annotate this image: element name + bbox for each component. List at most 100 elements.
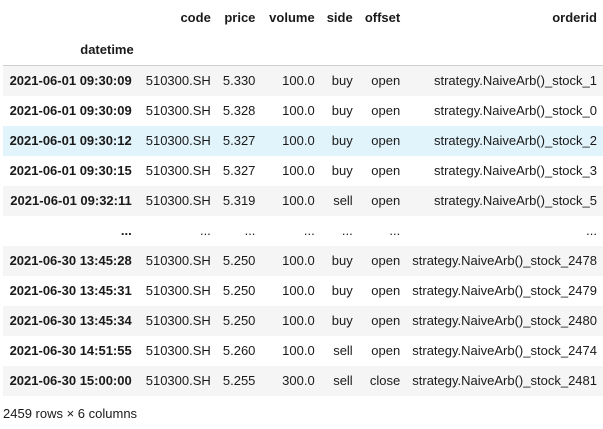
table-row: 2021-06-30 13:45:31 510300.SH 5.250 100.0 bu… (3, 276, 603, 306)
cell-side: ... (341, 223, 353, 238)
table-row: 2021-06-01 09:30:09 510300.SH 5.328 100.0 bu… (3, 96, 603, 126)
cell-volume: ... (303, 223, 315, 238)
cell-side: buy (331, 163, 353, 178)
cell-side: buy (331, 283, 353, 298)
table-row: 2021-06-30 15:00:00 510300.SH 5.255 300.0 se… (3, 366, 603, 396)
cell-volume: 100.0 (282, 103, 315, 118)
cell-offset: open (371, 163, 401, 178)
cell-code: 510300.SH (145, 103, 211, 118)
cell-price: 5.327 (222, 133, 256, 148)
column-header-offset: offset (364, 10, 401, 25)
table-row: 2021-06-30 13:45:28 510300.SH 5.250 100.0 bu… (3, 246, 603, 276)
cell-code: 510300.SH (145, 343, 211, 358)
column-header-side: side (326, 10, 353, 25)
row-index-datetime: 2021-06-01 09:30:09 (9, 103, 132, 118)
cell-side: sell (333, 193, 353, 208)
cell-volume: 300.0 (282, 373, 315, 388)
column-header-price: price (224, 10, 256, 25)
table-row: ..................... (3, 216, 603, 246)
cell-code: 510300.SH (145, 133, 211, 148)
cell-offset: open (371, 73, 401, 88)
cell-side: buy (331, 313, 353, 328)
cell-volume: 100.0 (282, 163, 315, 178)
cell-code: ... (199, 223, 211, 238)
cell-offset: ... (389, 223, 401, 238)
cell-orderid: strategy.NaiveArb()_stock_2480 (412, 313, 597, 328)
cell-side: sell (333, 343, 353, 358)
cell-volume: 100.0 (282, 73, 315, 88)
table-row: 2021-06-01 09:32:11 510300.SH 5.319 100.0 se… (3, 186, 603, 216)
cell-code: 510300.SH (145, 253, 211, 268)
dataframe-output: code price volume side offset orderid da… (0, 0, 603, 429)
row-index-datetime: 2021-06-30 15:00:00 (9, 373, 132, 388)
row-index-datetime: 2021-06-01 09:30:12 (9, 133, 132, 148)
row-index-datetime: 2021-06-30 13:45:31 (9, 283, 132, 298)
cell-offset: open (371, 343, 401, 358)
cell-volume: 100.0 (282, 283, 315, 298)
cell-code: 510300.SH (145, 373, 211, 388)
table-row: 2021-06-01 09:30:12 510300.SH 5.327 100.0 bu… (3, 126, 603, 156)
cell-offset: close (369, 373, 401, 388)
cell-side: buy (331, 103, 353, 118)
row-index-datetime: 2021-06-30 13:45:28 (9, 253, 132, 268)
column-header-volume: volume (269, 10, 315, 25)
cell-code: 510300.SH (145, 283, 211, 298)
cell-price: ... (244, 223, 256, 238)
cell-orderid: strategy.NaiveArb()_stock_2478 (412, 253, 597, 268)
cell-side: buy (331, 253, 353, 268)
table-row: 2021-06-30 14:51:55 510300.SH 5.260 100.0 se… (3, 336, 603, 366)
row-index-datetime: 2021-06-01 09:30:15 (9, 163, 132, 178)
cell-offset: open (371, 313, 401, 328)
cell-volume: 100.0 (282, 313, 315, 328)
cell-price: 5.327 (222, 163, 256, 178)
column-header-row: code price volume side offset orderid (3, 3, 603, 33)
index-name-header: datetime (80, 42, 134, 57)
table-row: 2021-06-30 13:45:34 510300.SH 5.250 100.0 bu… (3, 306, 603, 336)
cell-orderid: strategy.NaiveArb()_stock_3 (433, 163, 597, 178)
dataframe-table: code price volume side offset orderid da… (3, 3, 603, 396)
row-index-datetime: 2021-06-01 09:30:09 (9, 73, 132, 88)
column-header-orderid: orderid (552, 10, 597, 25)
table-row: 2021-06-01 09:30:15 510300.SH 5.327 100.0 bu… (3, 156, 603, 186)
cell-orderid: strategy.NaiveArb()_stock_2479 (412, 283, 597, 298)
row-index-datetime: 2021-06-30 13:45:34 (9, 313, 132, 328)
row-index-datetime: 2021-06-30 14:51:55 (9, 343, 132, 358)
cell-offset: open (371, 133, 401, 148)
cell-price: 5.328 (222, 103, 256, 118)
cell-orderid: strategy.NaiveArb()_stock_2474 (412, 343, 597, 358)
cell-orderid: strategy.NaiveArb()_stock_1 (433, 73, 597, 88)
cell-orderid: strategy.NaiveArb()_stock_2481 (412, 373, 597, 388)
cell-code: 510300.SH (145, 73, 211, 88)
cell-offset: open (371, 253, 401, 268)
cell-code: 510300.SH (145, 193, 211, 208)
table-body: 2021-06-01 09:30:09 510300.SH 5.330 100.0 bu… (3, 65, 603, 396)
row-index-datetime: 2021-06-01 09:32:11 (10, 193, 132, 208)
cell-code: 510300.SH (145, 313, 211, 328)
cell-volume: 100.0 (282, 133, 315, 148)
cell-orderid: strategy.NaiveArb()_stock_5 (433, 193, 597, 208)
cell-volume: 100.0 (282, 253, 315, 268)
cell-orderid: strategy.NaiveArb()_stock_2 (433, 133, 597, 148)
table-row: 2021-06-01 09:30:09 510300.SH 5.330 100.0 bu… (3, 65, 603, 96)
index-name-row: datetime (3, 33, 603, 66)
cell-code: 510300.SH (145, 163, 211, 178)
row-index-datetime: ... (120, 223, 132, 238)
cell-price: 5.255 (222, 373, 256, 388)
cell-offset: open (371, 283, 401, 298)
column-header-code: code (180, 10, 211, 25)
cell-price: 5.250 (222, 283, 256, 298)
cell-volume: 100.0 (282, 193, 315, 208)
dataframe-shape-text: 2459 rows × 6 columns (3, 406, 138, 421)
cell-side: sell (333, 373, 353, 388)
cell-offset: open (371, 103, 401, 118)
cell-price: 5.330 (222, 73, 256, 88)
cell-orderid: ... (586, 223, 597, 238)
cell-side: buy (331, 73, 353, 88)
cell-side: buy (331, 133, 353, 148)
cell-price: 5.319 (222, 193, 256, 208)
cell-offset: open (371, 193, 401, 208)
cell-volume: 100.0 (282, 343, 315, 358)
cell-price: 5.260 (222, 343, 256, 358)
index-corner (3, 3, 140, 33)
cell-price: 5.250 (222, 253, 256, 268)
